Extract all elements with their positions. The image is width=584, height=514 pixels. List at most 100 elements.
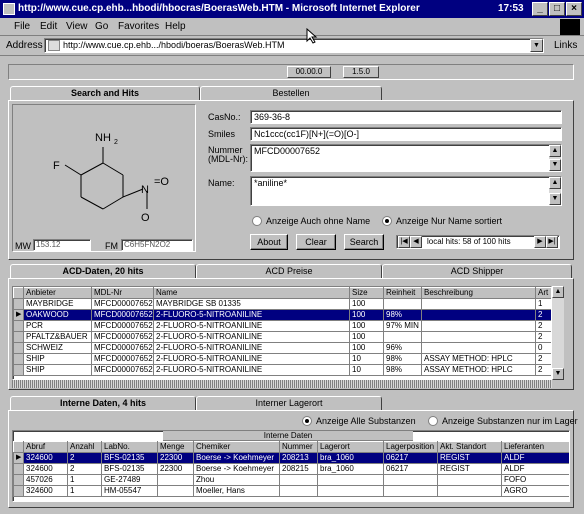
acd-table-row[interactable]: MAYBRIDGE MFCD00007652 MAYBRIDGE SB 01335 1… (13, 298, 551, 310)
acd-col-anbieter[interactable]: Anbieter (23, 287, 92, 299)
clear-button[interactable]: Clear (296, 234, 336, 250)
int-col-nummer[interactable]: Nummer (279, 441, 318, 453)
smiles-input[interactable]: Nc1ccc(cc1F)[N+](=O)[O-] (250, 127, 562, 141)
row-indicator[interactable] (13, 463, 24, 475)
table-cell[interactable]: 98% (383, 353, 422, 365)
table-cell[interactable]: MFCD00007652 (91, 353, 154, 365)
radio-nur-name-sortiert[interactable] (382, 216, 392, 226)
table-cell[interactable]: ALDF (501, 463, 569, 475)
acd-col-size[interactable]: Size (349, 287, 384, 299)
minimize-button[interactable]: _ (532, 2, 548, 16)
table-cell[interactable]: 22300 (157, 452, 194, 464)
internal-table-row[interactable]: 457026 1 GE-27489 Zhou FOFO (13, 474, 569, 486)
table-cell[interactable]: 98% (383, 364, 422, 376)
table-cell[interactable]: 97% MIN (383, 320, 422, 332)
internal-table-row[interactable]: 324600 1 HM-05547 Moeller, Hans AGRO (13, 485, 569, 497)
radio-auch-ohne-name[interactable] (252, 216, 262, 226)
menu-go[interactable]: Go (95, 21, 108, 32)
table-cell[interactable]: 208215 (279, 463, 318, 475)
int-col-lieferanten[interactable]: Lieferanten (501, 441, 569, 453)
nummer-scrollbar[interactable]: ▲ ▼ (549, 145, 561, 171)
last-record-icon[interactable]: ▶| (546, 236, 558, 248)
acd-col-name[interactable]: Name (153, 287, 350, 299)
table-cell[interactable]: REGIST (437, 463, 502, 475)
table-cell[interactable]: 208213 (279, 452, 318, 464)
acd-table-row[interactable]: PCR MFCD00007652 2-FLUORO-5-NITROANILINE 10… (13, 320, 551, 332)
int-col-chemiker[interactable]: Chemiker (193, 441, 280, 453)
about-button[interactable]: About (250, 234, 288, 250)
row-indicator[interactable] (13, 298, 24, 310)
table-cell[interactable] (383, 474, 438, 486)
scroll-down-arrow-icon[interactable]: ▼ (552, 368, 564, 380)
row-indicator[interactable] (13, 474, 24, 486)
table-cell[interactable]: 100 (349, 309, 384, 321)
table-cell[interactable]: 324600 (23, 452, 68, 464)
int-col-abruf[interactable]: Abruf (23, 441, 68, 453)
table-cell[interactable]: SCHWEIZ (23, 342, 92, 354)
address-dropdown-button[interactable]: ▼ (530, 39, 543, 52)
tab-acd-preise[interactable]: ACD Preise (196, 264, 382, 278)
table-cell[interactable]: MFCD00007652 (91, 298, 154, 310)
acd-table-row[interactable]: PFALTZ&BAUER MFCD00007652 2-FLUORO-5-NITRO… (13, 331, 551, 343)
row-indicator[interactable]: ▶ (13, 309, 24, 321)
scroll-down-arrow-icon[interactable]: ▼ (549, 159, 561, 171)
table-cell[interactable]: MFCD00007652 (91, 331, 154, 343)
table-cell[interactable]: 06217 (383, 463, 438, 475)
tab-search-and-hits[interactable]: Search and Hits (10, 86, 200, 100)
table-cell[interactable] (279, 474, 318, 486)
acd-hscrollbar[interactable] (12, 380, 552, 388)
row-indicator[interactable] (13, 485, 24, 497)
radio-nur-im-lager[interactable] (428, 416, 438, 426)
table-cell[interactable]: BFS-02135 (101, 452, 158, 464)
tab-acd-daten[interactable]: ACD-Daten, 20 hits (10, 264, 196, 278)
table-cell[interactable]: 96% (383, 342, 422, 354)
table-cell[interactable] (421, 309, 536, 321)
table-cell[interactable]: 22300 (157, 463, 194, 475)
table-cell[interactable]: SHIP (23, 364, 92, 376)
table-cell[interactable]: GE-27489 (101, 474, 158, 486)
acd-col-art[interactable]: Art (535, 287, 551, 299)
acd-col-mdl[interactable]: MDL-Nr (91, 287, 154, 299)
table-cell[interactable]: 2 (535, 320, 551, 332)
table-cell[interactable]: 100 (349, 298, 384, 310)
table-cell[interactable]: MAYBRIDGE (23, 298, 92, 310)
table-cell[interactable]: 100 (349, 320, 384, 332)
acd-table-row[interactable]: SHIP MFCD00007652 2-FLUORO-5-NITROANILINE 1… (13, 353, 551, 365)
table-cell[interactable] (383, 298, 422, 310)
table-cell[interactable]: 2-FLUORO-5-NITROANILINE (153, 331, 350, 343)
table-cell[interactable]: 2 (67, 452, 102, 464)
table-cell[interactable]: 2 (67, 463, 102, 475)
table-cell[interactable] (421, 320, 536, 332)
table-cell[interactable]: MFCD00007652 (91, 364, 154, 376)
table-cell[interactable]: 2-FLUORO-5-NITROANILINE (153, 364, 350, 376)
tab-bestellen[interactable]: Bestellen (200, 86, 382, 100)
links-label[interactable]: Links (554, 40, 577, 51)
table-cell[interactable]: 2 (535, 364, 551, 376)
table-cell[interactable]: BFS-02135 (101, 463, 158, 475)
row-indicator[interactable] (13, 364, 24, 376)
first-record-icon[interactable]: |◀ (398, 236, 410, 248)
int-col-lagerposition[interactable]: Lagerposition (383, 441, 438, 453)
internal-table-row[interactable]: ▶ 324600 2 BFS-02135 22300 Boerse -> Koehmeye… (13, 452, 569, 464)
table-cell[interactable] (157, 485, 194, 497)
tab-interner-lagerort[interactable]: Interner Lagerort (196, 396, 382, 410)
table-cell[interactable] (437, 474, 502, 486)
table-cell[interactable]: Moeller, Hans (193, 485, 280, 497)
internal-grid[interactable]: Interne Daten Abruf Anzahl LabNo. Menge … (12, 430, 570, 502)
menu-edit[interactable]: Edit (40, 21, 57, 32)
int-col-akt-standort[interactable]: Akt. Standort (437, 441, 502, 453)
table-cell[interactable]: 2-FLUORO-5-NITROANILINE (153, 320, 350, 332)
table-cell[interactable]: 2-FLUORO-5-NITROANILINE (153, 309, 350, 321)
int-col-anzahl[interactable]: Anzahl (67, 441, 102, 453)
table-cell[interactable]: Boerse -> Koehmeyer (193, 463, 280, 475)
address-input[interactable]: http://www.cue.cp.ehb.../hbodi/boeras/Bo… (44, 38, 544, 53)
table-cell[interactable]: 1 (67, 474, 102, 486)
row-indicator[interactable] (13, 342, 24, 354)
table-cell[interactable]: PFALTZ&BAUER (23, 331, 92, 343)
table-cell[interactable]: ALDF (501, 452, 569, 464)
menu-view[interactable]: View (66, 21, 88, 32)
table-cell[interactable]: bra_1060 (317, 452, 384, 464)
scroll-up-arrow-icon[interactable]: ▲ (549, 145, 561, 157)
table-cell[interactable]: 98% (383, 309, 422, 321)
menu-file[interactable]: File (14, 21, 30, 32)
